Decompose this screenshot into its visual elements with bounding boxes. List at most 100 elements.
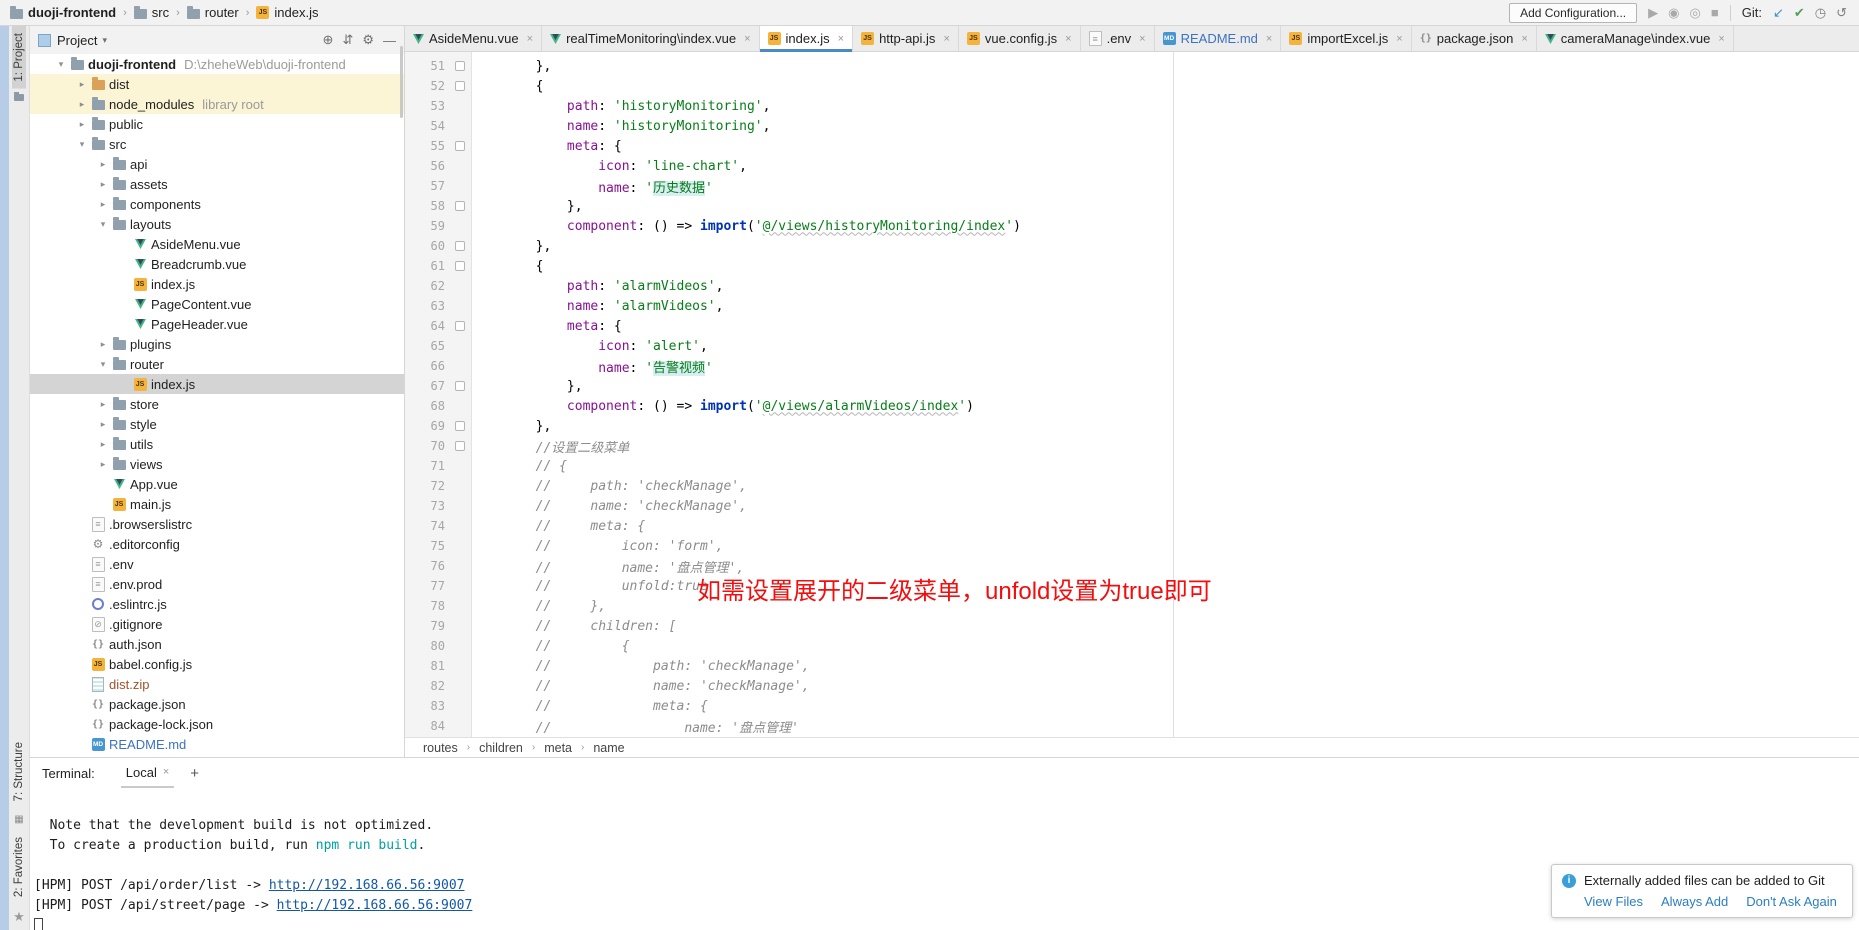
collapse-all-icon[interactable]: ⇵ <box>342 32 353 48</box>
chevron-down-icon[interactable]: ▾ <box>96 219 110 230</box>
git-update-icon[interactable]: ↙ <box>1773 6 1784 19</box>
tree-row[interactable]: ▾router <box>30 354 404 374</box>
tree-row[interactable]: ▸assets <box>30 174 404 194</box>
editor-tab[interactable]: JSimportExcel.js× <box>1281 26 1411 51</box>
tree-row[interactable]: ⊘.gitignore <box>30 614 404 634</box>
editor-tab[interactable]: cameraManage\index.vue× <box>1537 26 1734 51</box>
stripe-tab-project[interactable]: 1: Project <box>12 26 26 89</box>
breadcrumb-item[interactable]: src <box>134 5 169 20</box>
notification-action-link[interactable]: Don't Ask Again <box>1746 894 1837 909</box>
chevron-right-icon[interactable]: ▸ <box>96 159 110 170</box>
fold-marker-icon[interactable] <box>455 81 465 91</box>
editor-breadcrumb-item[interactable]: routes <box>423 741 458 755</box>
terminal-cursor[interactable] <box>34 918 43 930</box>
terminal-link[interactable]: http://192.168.66.56:9007 <box>269 878 465 893</box>
terminal-tab-local[interactable]: Local × <box>121 758 175 788</box>
close-icon[interactable]: × <box>1139 33 1145 45</box>
breadcrumb-item[interactable]: JSindex.js <box>256 5 318 20</box>
fold-marker-icon[interactable] <box>455 321 465 331</box>
tree-row[interactable]: AsideMenu.vue <box>30 234 404 254</box>
tree-row[interactable]: ≡.env <box>30 554 404 574</box>
editor-breadcrumb-item[interactable]: name <box>593 741 624 755</box>
new-terminal-button[interactable]: + <box>190 765 199 782</box>
close-icon[interactable]: × <box>1396 33 1402 45</box>
git-history-icon[interactable]: ◷ <box>1815 6 1826 19</box>
tree-row[interactable]: ≡.browserslistrc <box>30 514 404 534</box>
tree-row[interactable]: ▸store <box>30 394 404 414</box>
editor-tab[interactable]: {}package.json× <box>1412 26 1537 51</box>
fold-marker-icon[interactable] <box>455 241 465 251</box>
tree-row[interactable]: {}package-lock.json <box>30 714 404 734</box>
chevron-right-icon[interactable]: ▸ <box>96 199 110 210</box>
tree-row[interactable]: JSindex.js <box>30 374 404 394</box>
close-icon[interactable]: × <box>527 33 533 45</box>
tree-row[interactable]: PageHeader.vue <box>30 314 404 334</box>
tree-row[interactable]: MDREADME.md <box>30 734 404 754</box>
fold-marker-icon[interactable] <box>455 201 465 211</box>
tree-row[interactable]: ▸node_moduleslibrary root <box>30 94 404 114</box>
tree-row[interactable]: PageContent.vue <box>30 294 404 314</box>
tree-row[interactable]: {}package.json <box>30 694 404 714</box>
tree-row[interactable]: JSindex.js <box>30 274 404 294</box>
tree-row[interactable]: ▾layouts <box>30 214 404 234</box>
chevron-right-icon[interactable]: ▸ <box>96 419 110 430</box>
tree-row[interactable]: {}auth.json <box>30 634 404 654</box>
editor-breadcrumb-item[interactable]: meta <box>544 741 572 755</box>
editor-tab[interactable]: realTimeMonitoring\index.vue× <box>542 26 759 51</box>
chevron-right-icon[interactable]: ▸ <box>75 99 89 110</box>
editor-tab[interactable]: JSindex.js× <box>760 26 854 51</box>
settings-icon[interactable]: ⚙ <box>362 32 374 48</box>
close-icon[interactable]: × <box>943 33 949 45</box>
chevron-down-icon[interactable]: ▾ <box>96 359 110 370</box>
tree-row[interactable]: ▸utils <box>30 434 404 454</box>
fold-marker-icon[interactable] <box>455 381 465 391</box>
notification-action-link[interactable]: View Files <box>1584 894 1643 909</box>
notification-action-link[interactable]: Always Add <box>1661 894 1728 909</box>
chevron-right-icon[interactable]: ▸ <box>96 399 110 410</box>
editor-tab[interactable]: JSvue.config.js× <box>959 26 1081 51</box>
fold-marker-icon[interactable] <box>455 441 465 451</box>
project-panel-title[interactable]: Project <box>57 33 97 48</box>
tree-row[interactable]: Breadcrumb.vue <box>30 254 404 274</box>
editor-breadcrumb-item[interactable]: children <box>479 741 523 755</box>
tree-row[interactable]: App.vue <box>30 474 404 494</box>
tree-row[interactable]: ▸views <box>30 454 404 474</box>
chevron-right-icon[interactable]: ▸ <box>96 179 110 190</box>
close-icon[interactable]: × <box>1266 33 1272 45</box>
fold-marker-icon[interactable] <box>455 61 465 71</box>
chevron-right-icon[interactable]: ▸ <box>75 79 89 90</box>
git-commit-icon[interactable]: ✔ <box>1794 6 1805 19</box>
close-icon[interactable]: × <box>744 33 750 45</box>
tree-scrollbar[interactable] <box>400 46 403 118</box>
close-icon[interactable]: × <box>838 33 844 45</box>
hide-icon[interactable]: — <box>383 33 396 48</box>
tree-row[interactable]: ≡.env.prod <box>30 574 404 594</box>
chevron-down-icon[interactable]: ▾ <box>75 139 89 150</box>
editor-body[interactable]: 51 },52 {53 path: 'historyMonitoring',54… <box>405 52 1859 737</box>
fold-marker-icon[interactable] <box>455 261 465 271</box>
tree-row[interactable]: JSmain.js <box>30 494 404 514</box>
tree-row[interactable]: ⚙.editorconfig <box>30 534 404 554</box>
tree-row[interactable]: ▸plugins <box>30 334 404 354</box>
fold-marker-icon[interactable] <box>455 421 465 431</box>
tree-row[interactable]: .eslintrc.js <box>30 594 404 614</box>
chevron-down-icon[interactable]: ▾ <box>54 59 68 70</box>
code-viewport[interactable]: 51 },52 {53 path: 'historyMonitoring',54… <box>405 56 1859 736</box>
tree-row[interactable]: ▸public <box>30 114 404 134</box>
tree-row[interactable]: ▾src <box>30 134 404 154</box>
chevron-right-icon[interactable]: ▸ <box>75 119 89 130</box>
close-icon[interactable]: × <box>1065 33 1071 45</box>
fold-marker-icon[interactable] <box>455 141 465 151</box>
tree-row[interactable]: ▸components <box>30 194 404 214</box>
stripe-tab-favorites[interactable]: 2: Favorites <box>12 830 26 904</box>
close-icon[interactable]: × <box>1521 33 1527 45</box>
tree-row[interactable]: ▸api <box>30 154 404 174</box>
tree-row[interactable]: ▸dist <box>30 74 404 94</box>
tree-row[interactable]: ▾duoji-frontendD:\zheheWeb\duoji-fronten… <box>30 54 404 74</box>
git-revert-icon[interactable]: ↺ <box>1836 6 1847 19</box>
tree-row[interactable]: ▸style <box>30 414 404 434</box>
close-icon[interactable]: × <box>1718 33 1724 45</box>
breadcrumb-item[interactable]: router <box>187 5 239 20</box>
chevron-right-icon[interactable]: ▸ <box>96 459 110 470</box>
editor-tab[interactable]: JShttp-api.js× <box>853 26 959 51</box>
